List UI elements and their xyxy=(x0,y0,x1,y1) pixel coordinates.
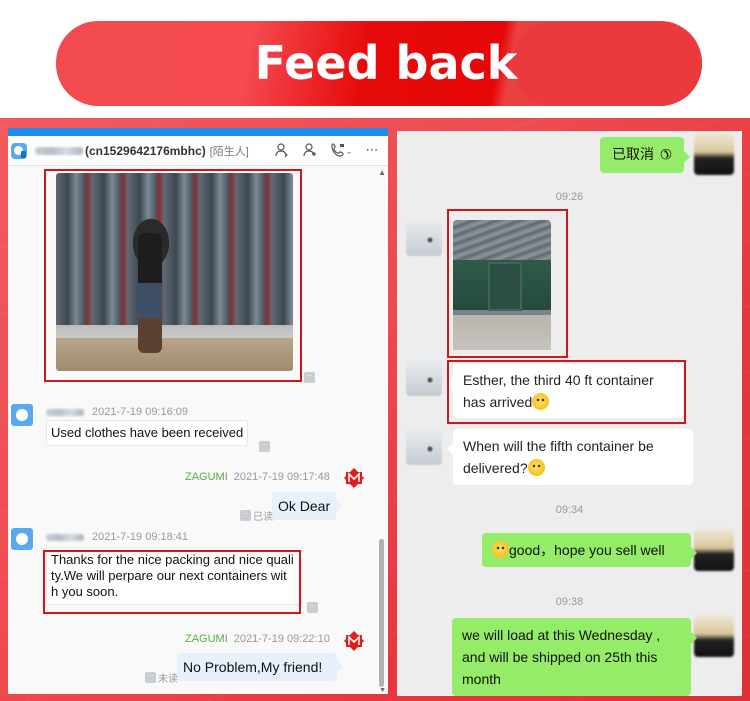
sender-name: ZAGUMI xyxy=(185,633,228,645)
zagumi-logo-avatar[interactable] xyxy=(343,630,365,652)
feedback-banner: Feed back xyxy=(56,21,702,106)
blurred-contact-name xyxy=(35,146,83,155)
app-icon xyxy=(11,142,27,159)
call-icon[interactable] xyxy=(330,142,352,158)
contact-avatar[interactable] xyxy=(406,220,442,256)
message-bubble-sent: we will load at this Wednesday , and wil… xyxy=(452,618,697,696)
warehouse-photo[interactable] xyxy=(56,173,293,371)
blurred-sender-name xyxy=(46,408,84,416)
header-actions: ⋯ xyxy=(274,142,380,158)
banner-title: Feed back xyxy=(254,36,518,90)
message-time: 2021-7-19 09:18:41 xyxy=(92,531,189,543)
scrollbar-thumb[interactable] xyxy=(379,539,384,687)
message-text-line: Thanks for the nice packing and nice qua… xyxy=(51,552,294,567)
message-text-line: h you soon. xyxy=(51,584,119,599)
chat-timestamp: 09:26 xyxy=(555,191,584,203)
message-bubble-sent: Ok Dear xyxy=(272,492,343,520)
message-meta: ZAGUMI 2021-7-19 09:17:48 xyxy=(185,471,330,483)
message-more-icon[interactable]: … xyxy=(259,440,270,452)
message-text: good，hope you sell well xyxy=(509,542,665,558)
message-text: No Problem,My friend! xyxy=(183,659,323,675)
transfer-contact-icon[interactable] xyxy=(274,142,290,158)
mobile-chat-screen: 已取消 ✆ 09:26 Esther, the third 40 ft conta… xyxy=(397,131,742,696)
smirk-emoji-icon xyxy=(492,541,509,558)
contact-avatar[interactable] xyxy=(11,404,33,426)
read-status: … 已读 xyxy=(240,508,273,523)
own-avatar[interactable] xyxy=(694,133,734,175)
container-photo[interactable] xyxy=(453,220,551,350)
highlight-box xyxy=(44,169,302,382)
add-contact-icon[interactable] xyxy=(302,142,318,158)
blurred-sender-name xyxy=(46,533,84,541)
read-status: … 未读 xyxy=(145,670,178,685)
message-time: 2021-7-19 09:16:09 xyxy=(92,406,189,418)
message-text: Ok Dear xyxy=(278,498,331,514)
contact-tag: [陌生人] xyxy=(209,145,249,158)
smile-emoji-icon xyxy=(532,393,550,410)
message-more-icon[interactable]: … xyxy=(307,601,318,613)
phone-hangup-icon: ✆ xyxy=(656,144,676,164)
message-time: 2021-7-19 09:22:10 xyxy=(233,633,330,645)
window-titlebar xyxy=(8,128,388,136)
message-bubble-sent: No Problem,My friend! xyxy=(177,653,343,681)
message-bubble-sent: good，hope you sell well xyxy=(482,533,697,567)
message-text-line: Esther, the third 40 ft container xyxy=(463,372,654,388)
message-text-line: When will the fifth container be xyxy=(463,438,654,454)
message-bubble: When will the fifth container be deliver… xyxy=(447,429,693,485)
zagumi-logo-avatar[interactable] xyxy=(343,467,365,489)
message-text: 已取消 xyxy=(612,146,654,162)
message-bubble: Esther, the third 40 ft container has ar… xyxy=(447,364,683,418)
chat-header: (cn1529642176mbhc) [陌生人] ⋯ xyxy=(8,136,388,166)
sender-name: ZAGUMI xyxy=(185,471,228,483)
contact-avatar[interactable] xyxy=(11,528,33,550)
more-icon[interactable]: ⋯ xyxy=(364,142,380,158)
chat-message-list: … 2021-7-19 09:16:09 Used clothes have b… xyxy=(8,166,388,694)
message-more-icon[interactable]: … xyxy=(304,371,315,383)
message-more-icon[interactable]: … xyxy=(240,509,251,521)
message-time: 2021-7-19 09:17:48 xyxy=(233,471,330,483)
message-text: Used clothes have been received xyxy=(51,425,244,440)
message-text-line: delivered? xyxy=(463,460,528,476)
scroll-down-arrow[interactable]: ▼ xyxy=(379,687,386,694)
read-status-text: 未读 xyxy=(158,674,178,685)
message-bubble: Thanks for the nice packing and nice qua… xyxy=(46,547,302,605)
message-meta: 2021-7-19 09:18:41 xyxy=(46,531,188,543)
contact-avatar[interactable] xyxy=(406,429,442,465)
feedback-page: Feed back (cn1529642176mbhc) [陌生人] ⋯ … 2… xyxy=(0,0,750,701)
message-text-line: ty.We will perpare our next containers w… xyxy=(51,568,287,583)
contact-avatar[interactable] xyxy=(406,360,442,396)
message-text-line: month xyxy=(462,671,501,687)
message-text-line: we will load at this Wednesday , xyxy=(462,627,661,643)
message-meta: ZAGUMI 2021-7-19 09:22:10 xyxy=(185,633,330,645)
chat-timestamp: 09:34 xyxy=(555,504,584,516)
message-bubble: Used clothes have been received xyxy=(46,420,249,446)
message-more-icon[interactable]: … xyxy=(145,671,156,683)
desktop-chat-window: (cn1529642176mbhc) [陌生人] ⋯ … 2021-7-19 0… xyxy=(8,128,388,694)
message-meta: 2021-7-19 09:16:09 xyxy=(46,406,188,418)
read-status-text: 已读 xyxy=(253,512,273,523)
message-text-line: and will be shipped on 25th this xyxy=(462,649,658,665)
own-avatar[interactable] xyxy=(694,529,734,571)
contact-id: (cn1529642176mbhc) xyxy=(85,143,206,158)
chat-timestamp: 09:38 xyxy=(555,596,584,608)
message-bubble-sent: 已取消 ✆ xyxy=(600,137,690,173)
own-avatar[interactable] xyxy=(694,615,734,657)
thinking-emoji-icon xyxy=(527,459,545,476)
scroll-up-arrow[interactable]: ▲ xyxy=(378,168,386,177)
message-text-line: has arrived xyxy=(463,394,533,410)
